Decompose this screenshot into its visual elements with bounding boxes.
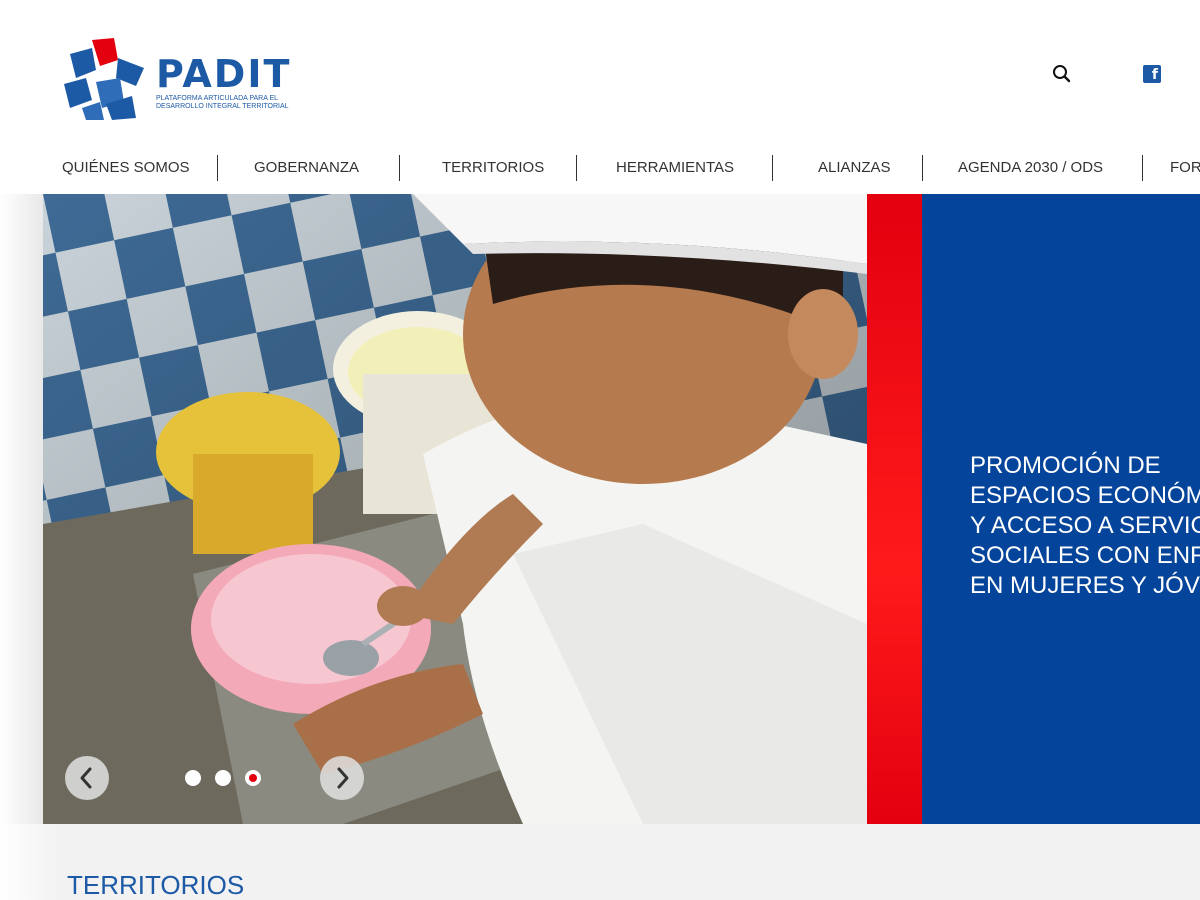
- slide-dot-3[interactable]: [245, 770, 261, 786]
- territorios-section: TERRITORIOS: [0, 824, 1200, 900]
- logo-title: PADIT: [156, 52, 292, 96]
- chevron-left-icon[interactable]: [65, 756, 109, 800]
- nav-item-herramientas[interactable]: HERRAMIENTAS: [616, 154, 734, 182]
- slide-dot-1[interactable]: [185, 770, 201, 786]
- hero-slider: PROMOCIÓN DE ESPACIOS ECONÓM Y ACCESO A …: [0, 194, 1200, 824]
- nav-separator: [1142, 155, 1143, 181]
- nav-item-gobernanza[interactable]: GOBERNANZA: [254, 154, 359, 182]
- hero-edge-fade: [0, 194, 43, 824]
- main-nav: QUIÉNES SOMOS GOBERNANZA TERRITORIOS HER…: [0, 154, 1200, 182]
- nav-item-alianzas[interactable]: ALIANZAS: [818, 154, 891, 182]
- nav-separator: [772, 155, 773, 181]
- logo-subtitle: PLATAFORMA ARTICULADA PARA EL DESARROLLO…: [156, 95, 289, 110]
- search-icon[interactable]: [1050, 62, 1074, 86]
- nav-item-territorios[interactable]: TERRITORIOS: [442, 154, 544, 182]
- nav-separator: [399, 155, 400, 181]
- section-title: TERRITORIOS: [67, 870, 245, 900]
- hero-caption: PROMOCIÓN DE ESPACIOS ECONÓM Y ACCESO A …: [970, 452, 1200, 599]
- nav-separator: [217, 155, 218, 181]
- facebook-icon[interactable]: f: [1143, 65, 1161, 83]
- nav-item-fora[interactable]: FORA: [1170, 154, 1200, 182]
- nav-separator: [922, 155, 923, 181]
- padit-logo-mark: [64, 38, 144, 120]
- hero-photo: [43, 194, 867, 824]
- nav-item-agenda-2030[interactable]: AGENDA 2030 / ODS: [958, 154, 1103, 182]
- nav-separator: [576, 155, 577, 181]
- chevron-right-icon[interactable]: [320, 756, 364, 800]
- site-header: PADIT PLATAFORMA ARTICULADA PARA EL DESA…: [0, 0, 1200, 194]
- slide-dot-2[interactable]: [215, 770, 231, 786]
- nav-item-quienes-somos[interactable]: QUIÉNES SOMOS: [62, 154, 190, 182]
- padit-logo[interactable]: PADIT PLATAFORMA ARTICULADA PARA EL DESA…: [62, 38, 304, 120]
- hero-red-band: [867, 194, 922, 824]
